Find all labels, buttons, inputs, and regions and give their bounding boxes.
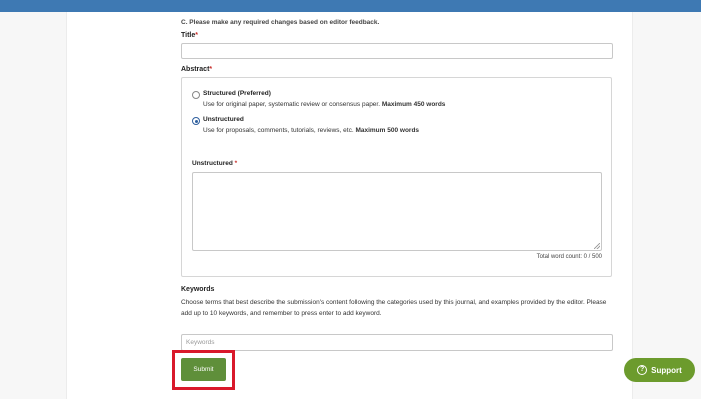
keywords-description: Choose terms that best describe the subm… bbox=[181, 299, 607, 317]
section-heading: C. Please make any required changes base… bbox=[181, 19, 380, 26]
top-bar bbox=[0, 0, 701, 12]
question-circle-icon: ? bbox=[637, 365, 648, 375]
structured-limit: Maximum 450 words bbox=[381, 101, 446, 108]
submit-button[interactable]: Submit bbox=[181, 358, 226, 381]
structured-option-title: Structured (Preferred) bbox=[203, 90, 271, 97]
keywords-label: Keywords bbox=[181, 286, 215, 293]
unstructured-desc-text: Use for proposals, comments, tutorials, … bbox=[203, 127, 354, 134]
structured-option-desc: Use for original paper, systematic revie… bbox=[203, 101, 445, 108]
unstructured-radio[interactable] bbox=[192, 117, 200, 125]
unstructured-label: Unstructured * bbox=[192, 160, 237, 167]
title-label-text: Title bbox=[181, 32, 196, 39]
resize-handle-icon[interactable] bbox=[594, 243, 600, 249]
abstract-label-text: Abstract bbox=[181, 66, 210, 73]
required-mark: * bbox=[195, 32, 198, 39]
unstructured-option-desc: Use for proposals, comments, tutorials, … bbox=[203, 127, 419, 134]
unstructured-abstract-textarea[interactable] bbox=[192, 172, 602, 251]
structured-desc-text: Use for original paper, systematic revie… bbox=[203, 101, 381, 108]
unstructured-limit: Maximum 500 words bbox=[355, 127, 420, 134]
title-label: Title* bbox=[181, 32, 198, 39]
title-input[interactable] bbox=[181, 43, 613, 59]
right-margin bbox=[632, 12, 701, 399]
required-mark: * bbox=[234, 160, 238, 167]
unstructured-option-title: Unstructured bbox=[203, 116, 244, 123]
unstructured-label-text: Unstructured bbox=[192, 160, 233, 167]
left-margin bbox=[0, 12, 67, 399]
required-mark: * bbox=[209, 66, 213, 73]
abstract-label: Abstract* bbox=[181, 66, 212, 73]
support-label: Support bbox=[651, 365, 682, 375]
keywords-input[interactable] bbox=[181, 334, 613, 351]
support-button[interactable]: ? Support bbox=[624, 358, 695, 382]
structured-radio[interactable] bbox=[192, 91, 200, 99]
word-count: Total word count: 0 / 500 bbox=[536, 254, 602, 260]
